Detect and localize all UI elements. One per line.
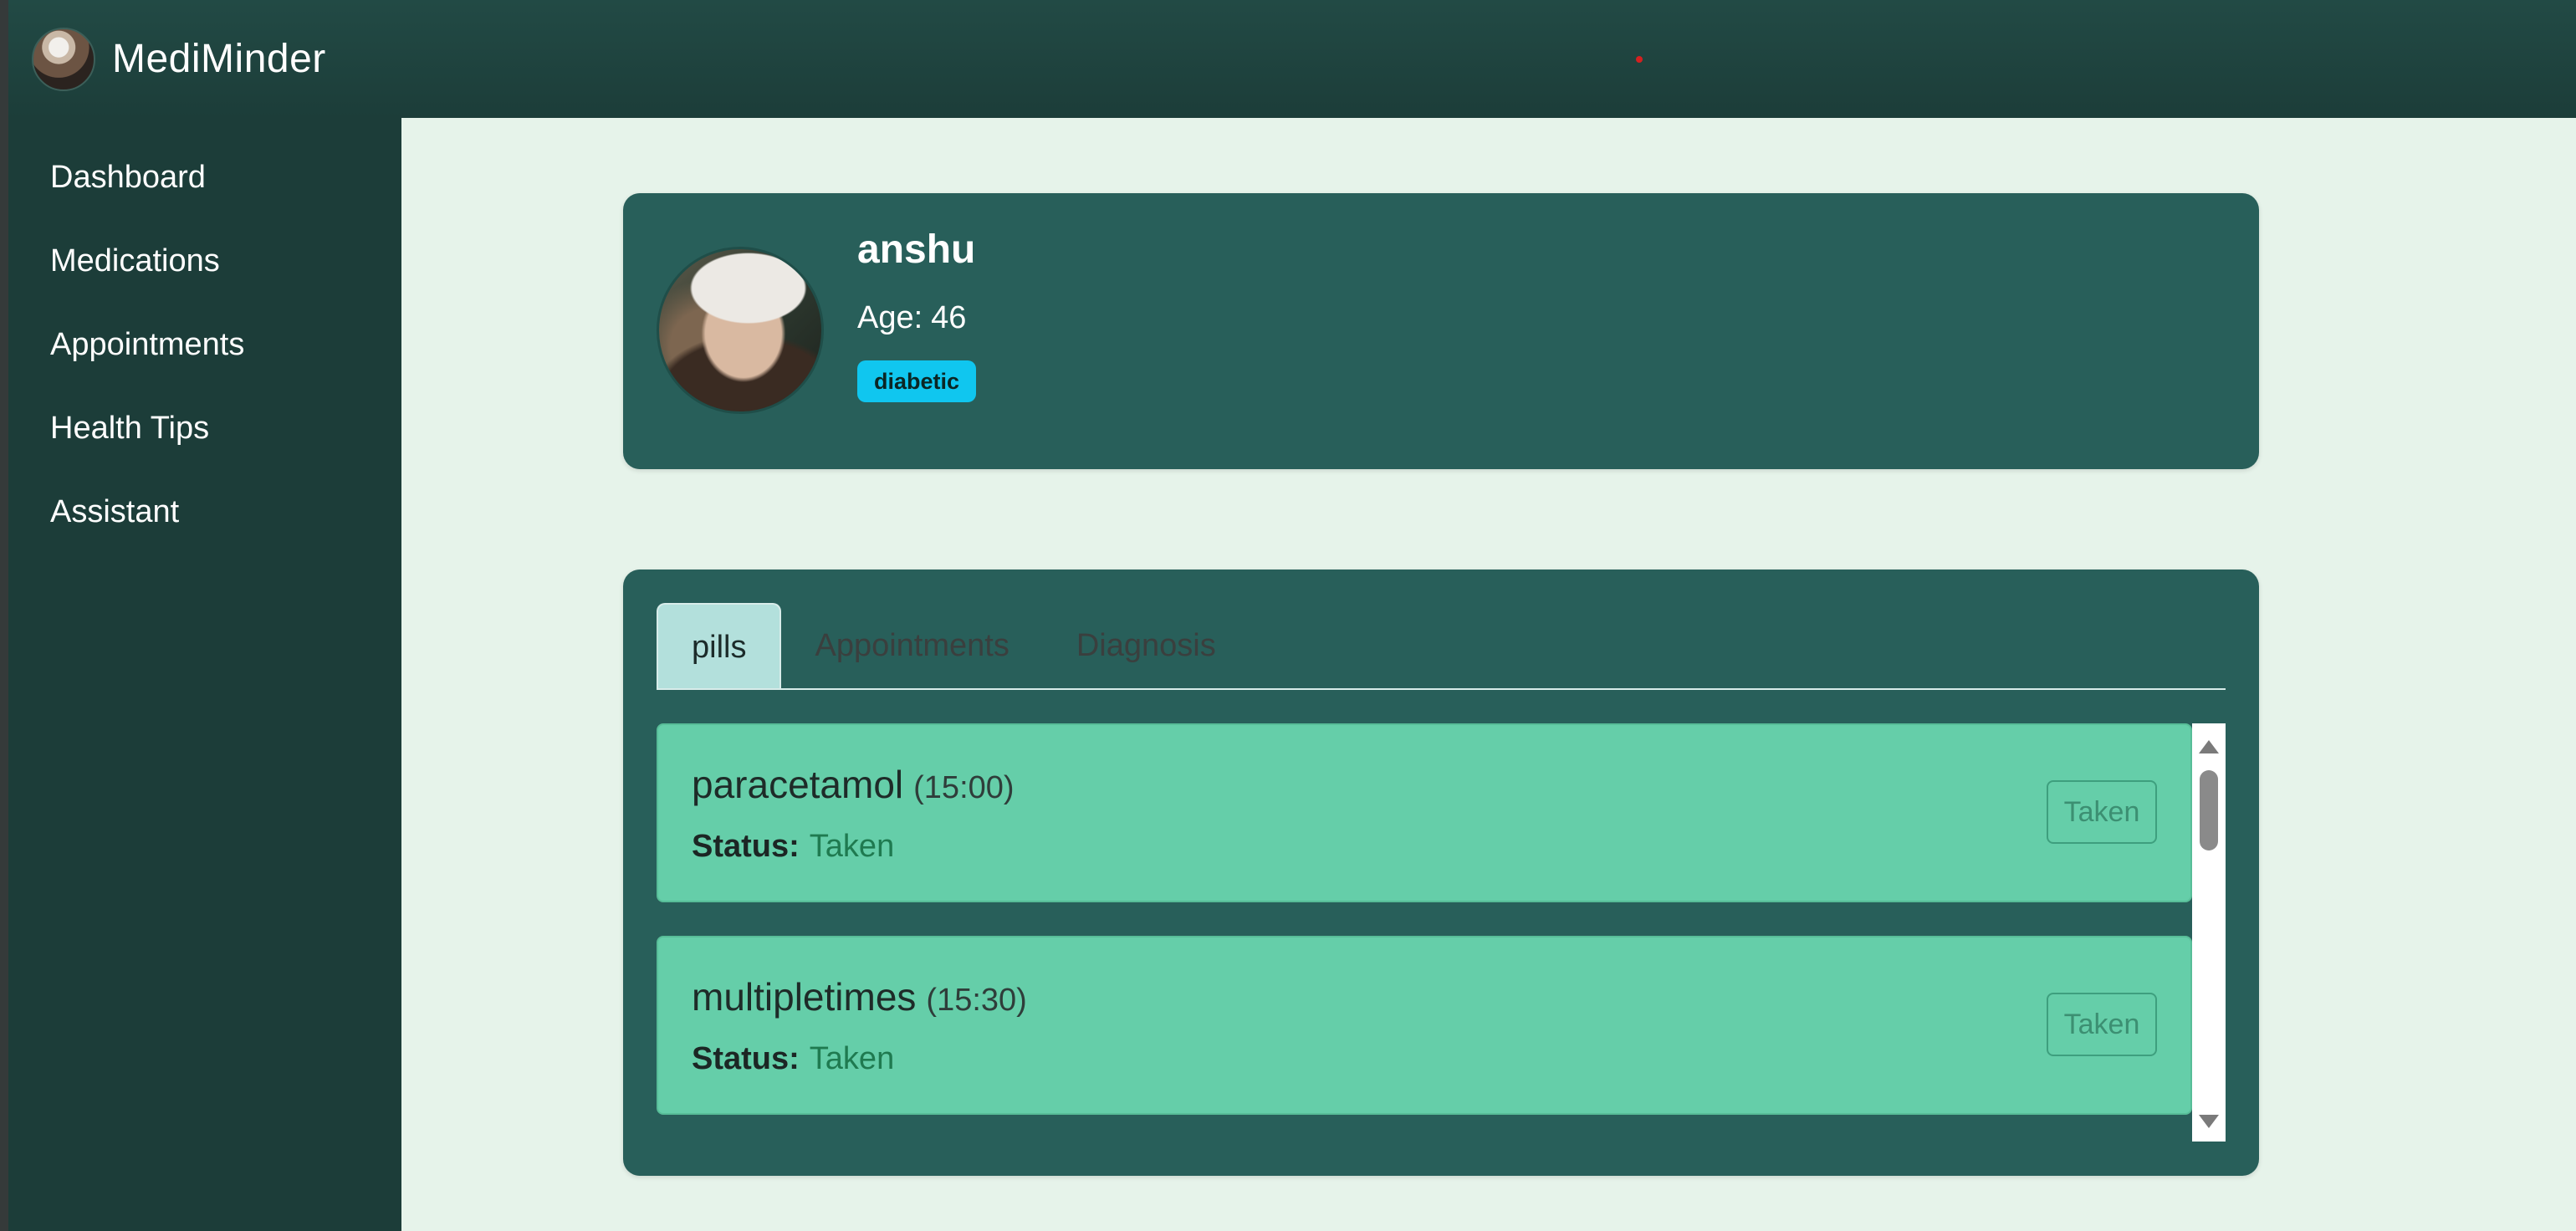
- sidebar-item-medications[interactable]: Medications: [8, 223, 401, 307]
- pill-title: paracetamol (15:00): [692, 762, 1015, 807]
- sidebar-item-health-tips[interactable]: Health Tips: [8, 391, 401, 474]
- window-edge: [0, 0, 8, 1231]
- app-title: MediMinder: [112, 37, 326, 81]
- pill-status: Status: Taken: [692, 1041, 894, 1077]
- indicator-dot: [1636, 56, 1643, 63]
- age-label: Age:: [857, 300, 923, 335]
- sidebar-item-assistant[interactable]: Assistant: [8, 474, 401, 558]
- pill-name: paracetamol: [692, 763, 904, 806]
- status-value: Taken: [809, 829, 895, 864]
- age-value: 46: [931, 300, 967, 335]
- pill-time: (15:30): [926, 983, 1027, 1018]
- pill-status: Status: Taken: [692, 829, 894, 865]
- status-label: Status:: [692, 829, 800, 864]
- brand[interactable]: MediMinder: [32, 27, 326, 91]
- top-bar: MediMinder: [8, 0, 2576, 118]
- status-label: Status:: [692, 1041, 800, 1076]
- brand-avatar-icon: [32, 27, 95, 91]
- scroll-down-arrow-icon[interactable]: [2199, 1115, 2219, 1128]
- taken-button[interactable]: Taken: [2047, 780, 2157, 844]
- pill-time: (15:00): [913, 770, 1015, 805]
- pill-card: multipletimes (15:30) Status: Taken Taken: [657, 936, 2192, 1115]
- tab-diagnosis[interactable]: Diagnosis: [1043, 603, 1250, 688]
- app-window: MediMinder Dashboard Medications Appoint…: [0, 0, 2576, 1231]
- status-value: Taken: [809, 1041, 895, 1076]
- pill-name: multipletimes: [692, 975, 917, 1019]
- main-content: anshu Age: 46 diabetic pills Appointments…: [401, 118, 2576, 1231]
- medication-tabs-card: pills Appointments Diagnosis paracetamol…: [623, 570, 2259, 1176]
- sidebar-item-appointments[interactable]: Appointments: [8, 307, 401, 391]
- profile-avatar: [657, 247, 824, 414]
- pill-list: paracetamol (15:00) Status: Taken Taken mu…: [657, 723, 2226, 1142]
- pill-title: multipletimes (15:30): [692, 974, 1027, 1019]
- profile-age: Age: 46: [857, 300, 966, 336]
- taken-button[interactable]: Taken: [2047, 993, 2157, 1056]
- condition-badge: diabetic: [857, 360, 977, 402]
- tab-appointments[interactable]: Appointments: [781, 603, 1042, 688]
- tab-pills[interactable]: pills: [657, 603, 782, 688]
- sidebar: Dashboard Medications Appointments Healt…: [8, 118, 401, 1231]
- profile-card: anshu Age: 46 diabetic: [623, 193, 2259, 469]
- tab-bar: pills Appointments Diagnosis: [657, 603, 2226, 690]
- scroll-thumb[interactable]: [2200, 770, 2218, 850]
- scroll-up-arrow-icon[interactable]: [2199, 740, 2219, 753]
- profile-name: anshu: [857, 227, 976, 272]
- pill-card: paracetamol (15:00) Status: Taken Taken: [657, 723, 2192, 902]
- scrollbar[interactable]: [2192, 723, 2226, 1142]
- sidebar-item-dashboard[interactable]: Dashboard: [8, 140, 401, 223]
